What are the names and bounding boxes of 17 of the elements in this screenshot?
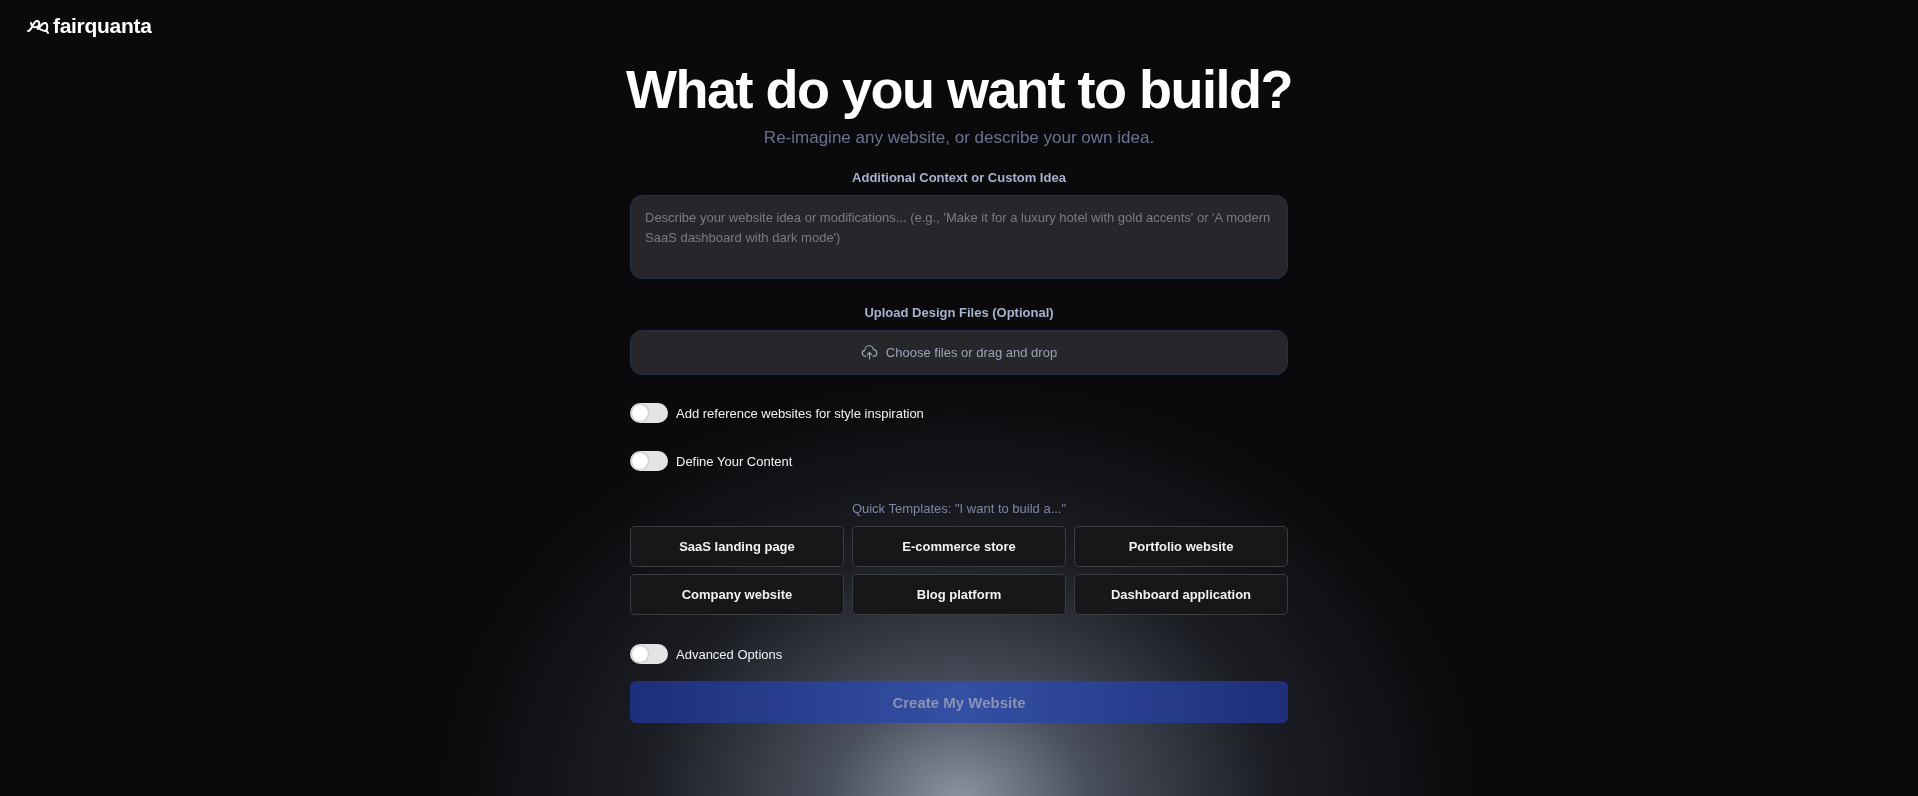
toggle-label: Add reference websites for style inspiration bbox=[676, 405, 924, 421]
subtitle: Re-imagine any website, or describe your own idea. bbox=[763, 128, 1155, 148]
templates-heading: Quick Templates: "I want to build a..." bbox=[851, 501, 1067, 516]
page-title: What do you want to build? bbox=[626, 58, 1292, 121]
template-button[interactable]: Dashboard application bbox=[1074, 574, 1288, 615]
toggle-label: Define Your Content bbox=[676, 453, 793, 469]
template-button[interactable]: E-commerce store bbox=[852, 526, 1066, 567]
brand-name[interactable]: fairquanta bbox=[53, 14, 152, 38]
idea-textarea[interactable]: Describe your website idea or modifications... (e.g., 'Make it for a luxury hotel with gold accents' or 'A modern SaaS dashboard with dark mode') bbox=[630, 195, 1288, 279]
template-button[interactable]: Company website bbox=[630, 574, 844, 615]
template-button[interactable]: Blog platform bbox=[852, 574, 1066, 615]
template-button[interactable]: SaaS landing page bbox=[630, 526, 844, 567]
toggle-label: Advanced Options bbox=[676, 646, 783, 662]
template-button[interactable]: Portfolio website bbox=[1074, 526, 1288, 567]
upload-dropzone[interactable]: Choose files or drag and drop bbox=[630, 330, 1288, 375]
field-label: Upload Design Files (Optional) bbox=[864, 305, 1054, 320]
field-label: Additional Context or Custom Idea bbox=[852, 170, 1066, 185]
